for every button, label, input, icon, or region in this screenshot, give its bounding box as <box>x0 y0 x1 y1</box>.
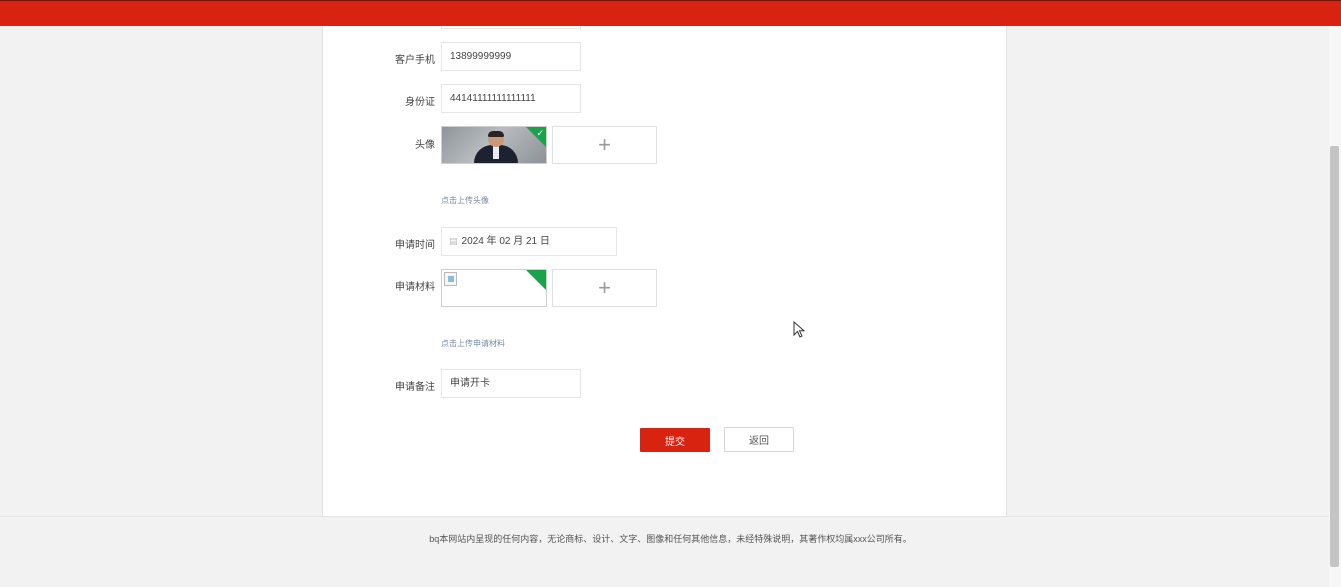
avatar-upload-button[interactable]: + <box>552 126 657 164</box>
avatar-thumbnail[interactable]: ✓ <box>441 126 547 164</box>
remark-input[interactable]: 申请开卡 <box>441 369 581 398</box>
back-button[interactable]: 返回 <box>724 427 794 452</box>
top-header-bar <box>0 0 1341 26</box>
materials-upload-hint: 点击上传申请材料 <box>441 339 505 348</box>
footer-divider <box>0 516 1341 517</box>
apply-date-label: 申请时间 <box>395 240 435 251</box>
materials-upload-button[interactable]: + <box>552 269 657 307</box>
calendar-icon: ▤ <box>449 236 458 246</box>
footer-copyright: bq本网站内呈现的任何内容，无论商标、设计、文字、图像和任何其他信息，未经特殊说… <box>429 534 912 544</box>
plus-icon: + <box>598 275 611 300</box>
broken-image-icon <box>444 272 457 286</box>
avatar-photo <box>474 131 518 163</box>
phone-label: 客户手机 <box>395 55 435 66</box>
materials-thumbnail[interactable] <box>441 269 547 307</box>
scrollbar-thumb[interactable] <box>1330 146 1339 567</box>
avatar-label: 头像 <box>415 140 435 151</box>
avatar-upload-hint: 点击上传头像 <box>441 196 489 205</box>
apply-date-value: 2024 年 02 月 21 日 <box>461 236 550 247</box>
id-card-input[interactable]: 44141111111111111 <box>441 84 581 113</box>
previous-field-remnant <box>441 26 581 29</box>
upload-success-corner <box>526 270 546 290</box>
apply-date-input[interactable]: ▤ 2024 年 02 月 21 日 <box>441 227 617 256</box>
submit-button[interactable]: 提交 <box>640 428 710 452</box>
plus-icon: + <box>598 132 611 157</box>
phone-input[interactable]: 13899999999 <box>441 42 581 71</box>
mouse-pointer-icon <box>793 321 806 338</box>
check-icon: ✓ <box>536 128 544 138</box>
materials-label: 申请材料 <box>395 282 435 293</box>
remark-label: 申请备注 <box>395 382 435 393</box>
id-card-label: 身份证 <box>405 97 435 108</box>
